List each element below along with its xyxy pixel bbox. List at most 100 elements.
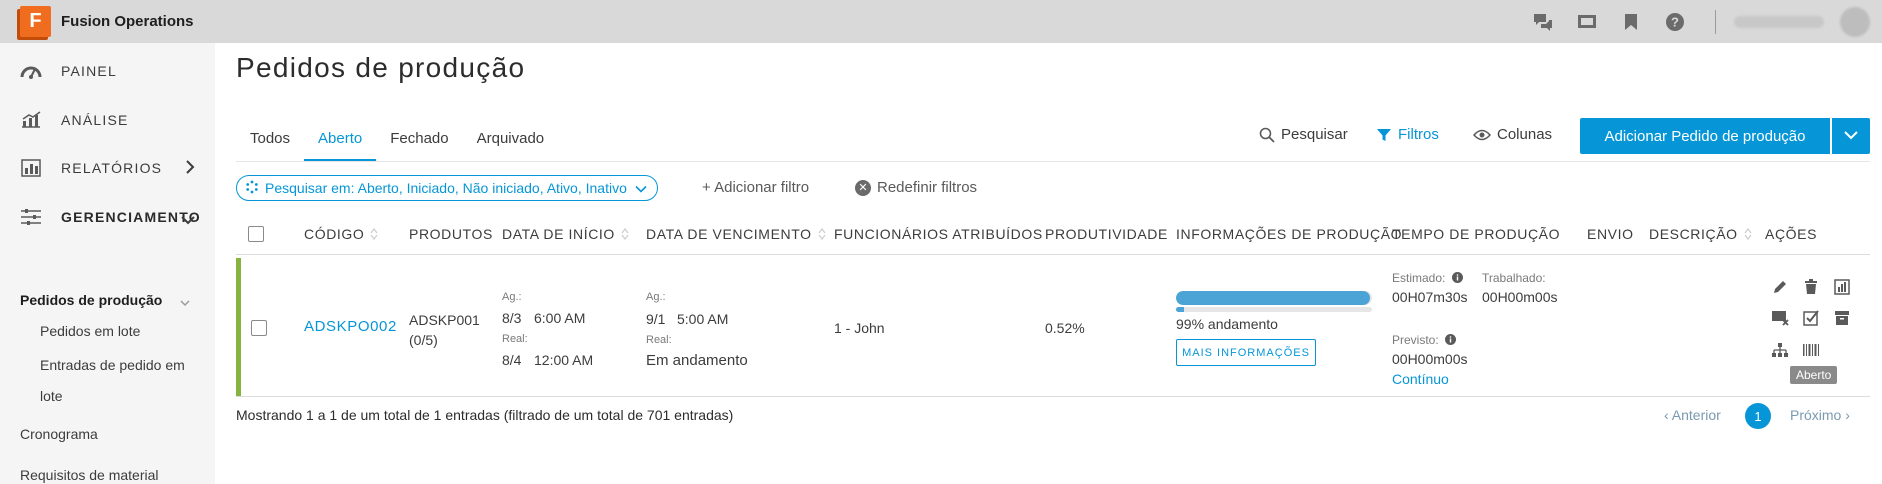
column-header-label: PRODUTOS: [409, 226, 493, 242]
chevron-down-icon: [180, 294, 190, 310]
previous-page-link[interactable]: ‹ Anterior: [1664, 407, 1721, 423]
tab-bar: Todos Aberto Fechado Arquivado: [236, 120, 558, 162]
sidebar-item-entradas-pedido-cont[interactable]: lote: [40, 380, 63, 412]
check-icon[interactable]: [1802, 309, 1820, 327]
continuous-link[interactable]: Contínuo: [1392, 371, 1449, 387]
user-name-blurred[interactable]: [1734, 15, 1824, 28]
sidebar: PAINEL ANÁLISE RELATÓRIOS GERENCIAMENTO …: [0, 43, 215, 484]
column-header-tempo[interactable]: TEMPO DE PRODUÇÃO: [1392, 226, 1560, 242]
progress-fill: [1176, 291, 1371, 305]
start-real-label: Real:: [502, 333, 528, 345]
estimated-label-text: Estimado:: [1392, 271, 1446, 285]
filters-button[interactable]: Filtros: [1376, 126, 1439, 143]
avatar[interactable]: [1840, 6, 1870, 37]
sidebar-item-gerenciamento[interactable]: GERENCIAMENTO: [0, 197, 215, 237]
column-header-label: ENVIO: [1587, 226, 1634, 242]
add-production-order-button[interactable]: Adicionar Pedido de produção: [1580, 118, 1830, 154]
start-scheduled-date: 8/3: [502, 310, 522, 326]
sidebar-item-pedidos-lote[interactable]: Pedidos em lote: [40, 315, 140, 347]
info-icon[interactable]: [1442, 333, 1457, 347]
sliders-icon: [19, 205, 43, 229]
column-header-produtos[interactable]: PRODUTOS: [409, 226, 493, 242]
divider: [236, 254, 1870, 255]
app-logo[interactable]: F: [20, 6, 51, 37]
column-header-label: DATA DE INÍCIO: [502, 226, 615, 242]
progress-fill-secondary: [1176, 307, 1184, 312]
add-options-dropdown[interactable]: [1832, 118, 1870, 154]
table-summary: Mostrando 1 a 1 de um total de 1 entrada…: [236, 407, 734, 423]
dashboard-icon: [19, 59, 43, 83]
sidebar-item-entradas-pedido[interactable]: Entradas de pedido em: [40, 349, 185, 381]
column-header-data-vencimento[interactable]: DATA DE VENCIMENTO: [646, 226, 826, 242]
column-header-codigo[interactable]: CÓDIGO: [304, 226, 378, 242]
delete-icon[interactable]: [1802, 278, 1820, 296]
search-button[interactable]: Pesquisar: [1259, 126, 1348, 143]
page-number-1[interactable]: 1: [1745, 403, 1771, 429]
sidebar-item-requisitos[interactable]: Requisitos de material: [20, 467, 159, 483]
start-scheduled-label: Ag.:: [502, 291, 522, 303]
productivity-value: 0.52%: [1045, 320, 1085, 336]
presentation-icon[interactable]: [1575, 10, 1599, 34]
sidebar-item-pedidos-producao[interactable]: Pedidos de produção: [20, 292, 200, 308]
tab-todos[interactable]: Todos: [236, 120, 304, 162]
search-in-filter[interactable]: Pesquisar em: Aberto, Iniciado, Não inic…: [236, 175, 658, 201]
archive-icon[interactable]: [1833, 309, 1851, 327]
chart-icon[interactable]: [1833, 278, 1851, 296]
column-header-produtividade[interactable]: PRODUTIVIDADE: [1045, 226, 1168, 242]
search-in-filter-label: Pesquisar em: Aberto, Iniciado, Não inic…: [265, 180, 627, 196]
sidebar-item-label: ANÁLISE: [61, 112, 129, 128]
hierarchy-icon[interactable]: [1771, 341, 1789, 359]
bookmark-icon[interactable]: [1619, 10, 1643, 34]
forecast-label-text: Previsto:: [1392, 333, 1439, 347]
reset-filters-button[interactable]: ✕ Redefinir filtros: [855, 179, 977, 196]
estimated-value: 00H07m30s: [1392, 289, 1468, 305]
sidebar-item-painel[interactable]: PAINEL: [0, 51, 215, 91]
edit-icon[interactable]: [1771, 278, 1789, 296]
sidebar-item-relatorios[interactable]: RELATÓRIOS: [0, 148, 215, 188]
sidebar-item-analise[interactable]: ANÁLISE: [0, 100, 215, 140]
more-info-button[interactable]: MAIS INFORMAÇÕES: [1176, 339, 1316, 366]
progress-text: 99% andamento: [1176, 316, 1278, 332]
row-checkbox[interactable]: [251, 320, 267, 336]
worked-value: 00H00m00s: [1482, 289, 1558, 305]
sidebar-item-cronograma[interactable]: Cronograma: [20, 426, 98, 442]
divider: [236, 396, 1870, 397]
column-header-acoes: AÇÕES: [1765, 226, 1817, 242]
info-icon[interactable]: [1449, 271, 1463, 285]
page-title: Pedidos de produção: [236, 52, 526, 83]
select-all-checkbox[interactable]: [248, 226, 264, 242]
column-header-envio[interactable]: ENVIO: [1587, 226, 1634, 242]
chat-icon[interactable]: [1531, 10, 1555, 34]
tab-fechado[interactable]: Fechado: [376, 120, 462, 162]
close-icon: ✕: [855, 179, 871, 196]
column-header-funcionarios[interactable]: FUNCIONÁRIOS ATRIBUÍDOS: [834, 226, 1043, 242]
product-code: ADSKP001: [409, 312, 480, 328]
sidebar-item-label: PAINEL: [61, 63, 117, 79]
columns-button[interactable]: Colunas: [1473, 126, 1552, 143]
status-bar: [236, 258, 241, 396]
column-header-data-inicio[interactable]: DATA DE INÍCIO: [502, 226, 629, 242]
next-page-link[interactable]: Próximo ›: [1790, 407, 1850, 423]
chevron-right-icon: [185, 160, 195, 179]
barcode-icon[interactable]: [1802, 341, 1820, 359]
search-icon: [1259, 127, 1275, 143]
search-label: Pesquisar: [1281, 126, 1348, 143]
add-filter-button[interactable]: + Adicionar filtro: [702, 179, 809, 196]
column-header-label: DATA DE VENCIMENTO: [646, 226, 812, 242]
top-icons: ?: [1531, 0, 1882, 43]
column-header-descricao[interactable]: DESCRIÇÃO: [1649, 226, 1752, 242]
close-order-icon[interactable]: [1771, 309, 1789, 327]
column-header-label: FUNCIONÁRIOS ATRIBUÍDOS: [834, 226, 1043, 242]
eye-icon: [1473, 129, 1491, 141]
reset-filters-label: Redefinir filtros: [877, 179, 978, 196]
start-scheduled-time: 6:00 AM: [534, 310, 586, 326]
start-real-date: 8/4: [502, 352, 522, 368]
tab-arquivado[interactable]: Arquivado: [463, 120, 559, 162]
column-header-label: AÇÕES: [1765, 226, 1818, 242]
tab-aberto[interactable]: Aberto: [304, 120, 377, 162]
help-icon[interactable]: ?: [1663, 10, 1687, 34]
order-code-link[interactable]: ADSKPO002: [304, 318, 397, 335]
reports-icon: [19, 156, 43, 180]
column-header-informacoes[interactable]: INFORMAÇÕES DE PRODUÇÃO: [1176, 226, 1402, 242]
chevron-down-icon: [1844, 127, 1858, 145]
